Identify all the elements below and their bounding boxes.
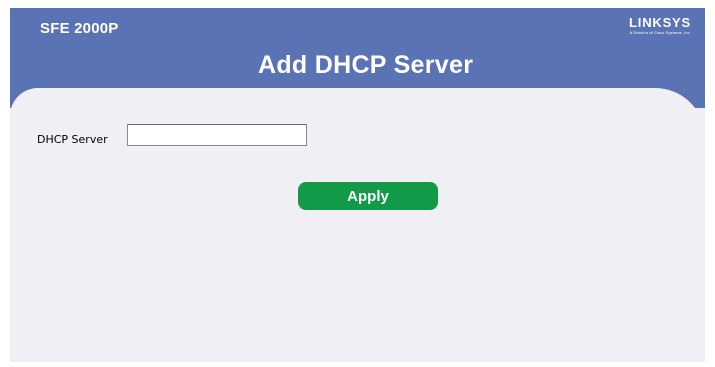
linksys-logo: LINKSYS A Division of Cisco Systems, Inc…: [629, 16, 691, 36]
apply-button[interactable]: Apply: [298, 182, 438, 210]
brand-tagline: A Division of Cisco Systems, Inc.: [629, 30, 691, 35]
device-model-label: SFE 2000P: [40, 20, 119, 37]
page-title: Add DHCP Server: [258, 51, 474, 79]
content-panel: [10, 88, 705, 362]
app-window: SFE 2000P LINKSYS A Division of Cisco Sy…: [10, 8, 705, 362]
dhcp-server-input[interactable]: [127, 124, 307, 146]
brand-name: LINKSYS: [629, 15, 691, 30]
dhcp-server-label: DHCP Server: [37, 133, 108, 146]
